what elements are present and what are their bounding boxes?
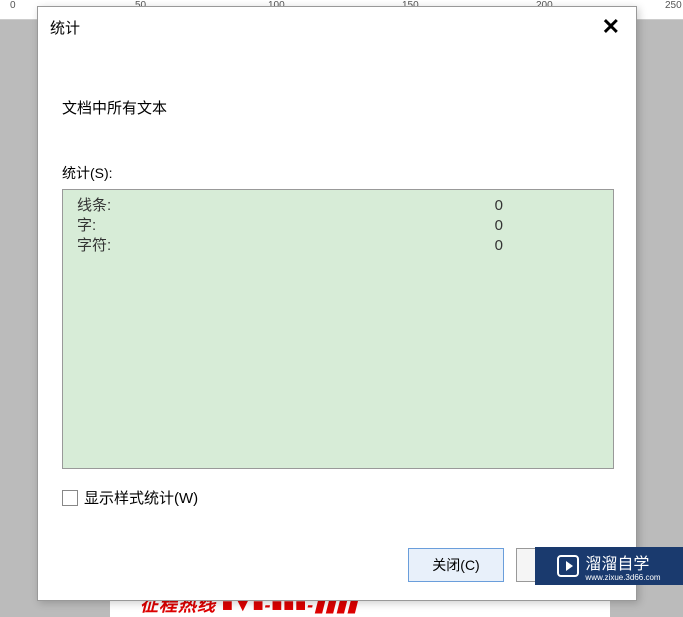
stats-listbox[interactable]: 线条: 0 字: 0 字符: 0 (62, 189, 614, 469)
close-icon[interactable]: ✕ (598, 14, 624, 40)
stats-row-value: 0 (477, 236, 503, 256)
show-style-stats-checkbox[interactable] (62, 490, 78, 506)
statistics-dialog: 统计 ✕ 文档中所有文本 统计(S): 线条: 0 字: 0 字符: 0 显示样… (37, 6, 637, 601)
dialog-header: 统计 ✕ (38, 7, 636, 47)
watermark-text: 溜溜自学 (585, 556, 649, 573)
close-button-label: 关闭(C) (432, 555, 479, 575)
checkbox-row: 显示样式统计(W) (62, 487, 612, 508)
play-icon (557, 555, 579, 577)
dialog-title: 统计 (50, 17, 80, 38)
stats-row: 线条: 0 (77, 196, 599, 216)
stats-row-value: 0 (477, 216, 503, 236)
ruler-mark: 250 (665, 0, 682, 11)
ruler-mark: 0 (10, 0, 16, 11)
stats-row: 字: 0 (77, 216, 599, 236)
stats-row: 字符: 0 (77, 236, 599, 256)
stats-row-label: 字: (77, 216, 477, 236)
close-button[interactable]: 关闭(C) (408, 548, 504, 582)
stats-label: 统计(S): (62, 163, 612, 183)
stats-row-label: 线条: (77, 196, 477, 216)
dialog-body: 文档中所有文本 统计(S): 线条: 0 字: 0 字符: 0 显示样式统计(W… (38, 47, 636, 528)
watermark-badge: 溜溜自学 www.zixue.3d66.com (535, 547, 683, 585)
section-title: 文档中所有文本 (62, 97, 612, 118)
watermark-sub: www.zixue.3d66.com (585, 574, 660, 582)
stats-row-label: 字符: (77, 236, 477, 256)
stats-row-value: 0 (477, 196, 503, 216)
checkbox-label: 显示样式统计(W) (84, 487, 198, 508)
